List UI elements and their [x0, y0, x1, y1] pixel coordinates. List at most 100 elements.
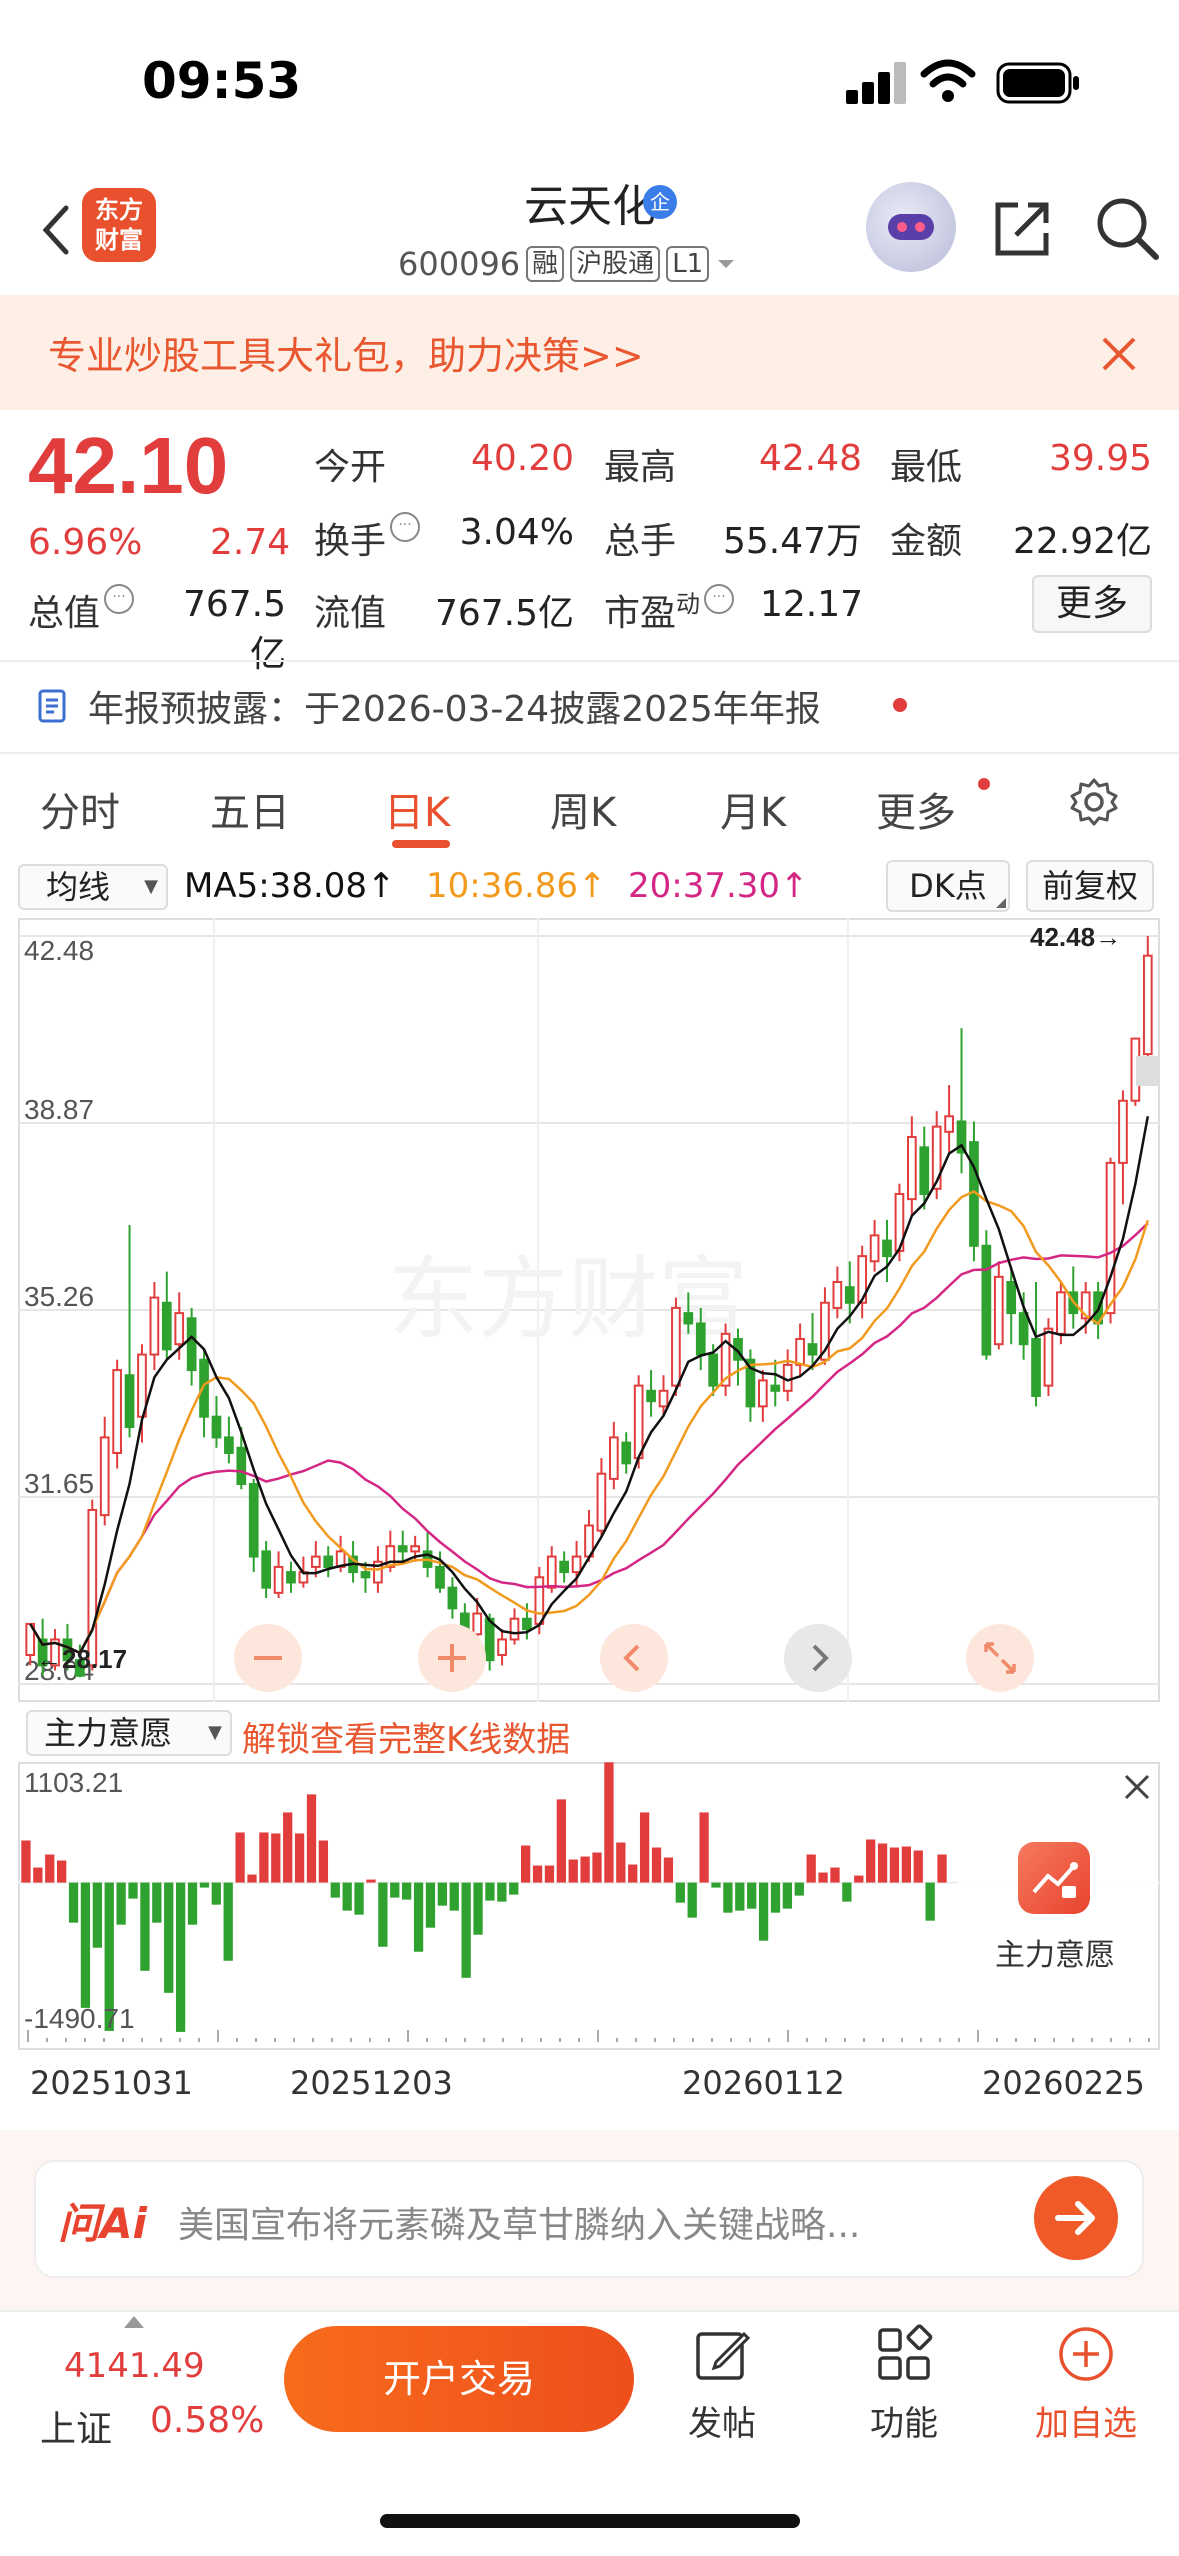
- y-tick-label: -1490.71: [24, 2003, 135, 2034]
- market-cap-value: 767.5亿: [182, 584, 286, 675]
- flow-bar: [390, 1882, 400, 1898]
- flow-bar: [283, 1812, 293, 1883]
- close-icon[interactable]: [1122, 1772, 1152, 1802]
- scroll-left-button[interactable]: [600, 1624, 668, 1692]
- flow-bar: [413, 1882, 424, 1952]
- forward-adjust-button[interactable]: 前复权: [1026, 860, 1154, 912]
- tab-daily-k[interactable]: 日K: [384, 780, 450, 838]
- flow-bar: [223, 1882, 233, 1961]
- expand-up-icon[interactable]: [124, 2316, 144, 2328]
- pe-label: 市盈动 ···: [604, 584, 735, 636]
- flow-bar: [830, 1867, 840, 1883]
- high-value: 42.48: [758, 438, 862, 479]
- candle-body: [224, 1436, 234, 1454]
- flow-bar: [628, 1864, 638, 1883]
- ai-send-button[interactable]: [1034, 2176, 1118, 2260]
- active-tab-indicator: [392, 840, 450, 848]
- candle-body: [161, 1301, 172, 1351]
- flow-bar: [532, 1865, 543, 1883]
- trade-button[interactable]: 开户交易: [284, 2326, 634, 2432]
- tab-weekly-k[interactable]: 周K: [550, 780, 616, 838]
- y-tick-label: 38.87: [24, 1094, 94, 1125]
- enterprise-badge: 企: [643, 185, 677, 219]
- annual-report-notice[interactable]: 年报预披露：于2026-03-24披露2025年年报: [88, 680, 821, 732]
- flow-bar: [294, 1833, 305, 1883]
- ai-robot-avatar-icon[interactable]: [866, 182, 956, 272]
- candle-body: [832, 1281, 843, 1309]
- tab-more[interactable]: 更多: [876, 780, 956, 838]
- amount-value: 22.92亿: [1012, 521, 1152, 562]
- share-icon[interactable]: [990, 195, 1056, 261]
- flow-bar: [901, 1846, 911, 1883]
- candle-body: [671, 1306, 681, 1387]
- flow-bar: [473, 1882, 483, 1935]
- settings-gear-icon[interactable]: [1068, 776, 1120, 828]
- candle-body: [522, 1617, 532, 1631]
- flow-bar: [937, 1854, 947, 1883]
- zoom-out-button[interactable]: [234, 1624, 302, 1692]
- index-name[interactable]: 上证: [40, 2400, 112, 2452]
- nav-function-label[interactable]: 功能: [844, 2396, 964, 2445]
- info-icon[interactable]: ···: [104, 584, 135, 614]
- candle-body: [596, 1472, 607, 1532]
- index-value[interactable]: 4141.49: [64, 2346, 205, 2386]
- tab-five-day[interactable]: 五日: [210, 780, 290, 838]
- min-price-label: ←28.17: [36, 1644, 127, 1674]
- flow-bar: [663, 1857, 674, 1883]
- nav-add-watchlist-label[interactable]: 加自选: [1026, 2396, 1146, 2445]
- notification-dot: [978, 778, 990, 790]
- flow-bar: [889, 1847, 900, 1883]
- flow-bar: [699, 1812, 709, 1883]
- ai-prompt-text[interactable]: 美国宣布将元素磷及草甘膦纳入关键战略...: [178, 2196, 998, 2248]
- flow-bar: [866, 1839, 876, 1883]
- unlock-kline-link[interactable]: 解锁查看完整K线数据: [242, 1712, 570, 1761]
- flow-bar: [152, 1882, 162, 1923]
- compose-icon[interactable]: [692, 2324, 752, 2384]
- flow-bar: [877, 1843, 888, 1883]
- fullscreen-button[interactable]: [966, 1624, 1034, 1692]
- flow-bar: [92, 1882, 102, 1948]
- candle-body: [708, 1353, 719, 1387]
- flow-bar: [354, 1882, 364, 1915]
- ma-type-select[interactable]: 均线 ▼: [18, 864, 168, 910]
- change-amount: 2.74: [210, 522, 291, 563]
- nav-post-label[interactable]: 发帖: [662, 2396, 782, 2445]
- flow-bar: [616, 1842, 626, 1883]
- candle-body: [310, 1555, 321, 1568]
- candle-body: [621, 1441, 632, 1465]
- tag-level[interactable]: L1: [666, 246, 710, 282]
- trend-chart-icon[interactable]: [1018, 1842, 1090, 1914]
- zoom-in-button[interactable]: [418, 1624, 486, 1692]
- candle-body: [844, 1286, 855, 1304]
- flow-bar: [568, 1859, 578, 1883]
- flow-bar: [544, 1865, 555, 1883]
- back-icon[interactable]: [30, 200, 90, 260]
- grid-icon[interactable]: [874, 2324, 934, 2384]
- flow-bar: [842, 1882, 852, 1902]
- tab-intraday[interactable]: 分时: [40, 780, 120, 838]
- promo-text[interactable]: 专业炒股工具大礼包，助力决策>>: [48, 325, 644, 380]
- candle-body: [608, 1436, 619, 1480]
- kline-chart[interactable]: 42.4838.8735.2631.6528.04东方财富42.48→←28.1…: [18, 918, 1160, 1702]
- index-percent[interactable]: 0.58%: [150, 2400, 264, 2441]
- info-icon[interactable]: ···: [390, 512, 421, 542]
- close-icon[interactable]: [1100, 335, 1138, 373]
- info-icon[interactable]: ···: [704, 584, 735, 614]
- flow-bar: [366, 1879, 376, 1883]
- chevron-down-icon[interactable]: [715, 253, 737, 275]
- dk-point-button[interactable]: DK点: [886, 860, 1010, 912]
- search-icon[interactable]: [1092, 193, 1162, 263]
- main-force-card-label: 主力意愿: [995, 1938, 1115, 1973]
- flow-bar: [782, 1882, 793, 1909]
- flow-bar: [925, 1882, 935, 1921]
- flow-bar: [33, 1867, 43, 1883]
- flow-bar: [68, 1882, 79, 1923]
- indicator-select[interactable]: 主力意愿 ▼: [26, 1710, 232, 1756]
- more-button[interactable]: 更多: [1032, 575, 1152, 633]
- plus-circle-icon[interactable]: [1056, 2324, 1116, 2384]
- flow-bar: [259, 1832, 269, 1883]
- candle-body: [360, 1571, 371, 1579]
- scroll-right-button[interactable]: [784, 1624, 852, 1692]
- tab-monthly-k[interactable]: 月K: [720, 780, 786, 838]
- low-label: 最低: [890, 447, 963, 488]
